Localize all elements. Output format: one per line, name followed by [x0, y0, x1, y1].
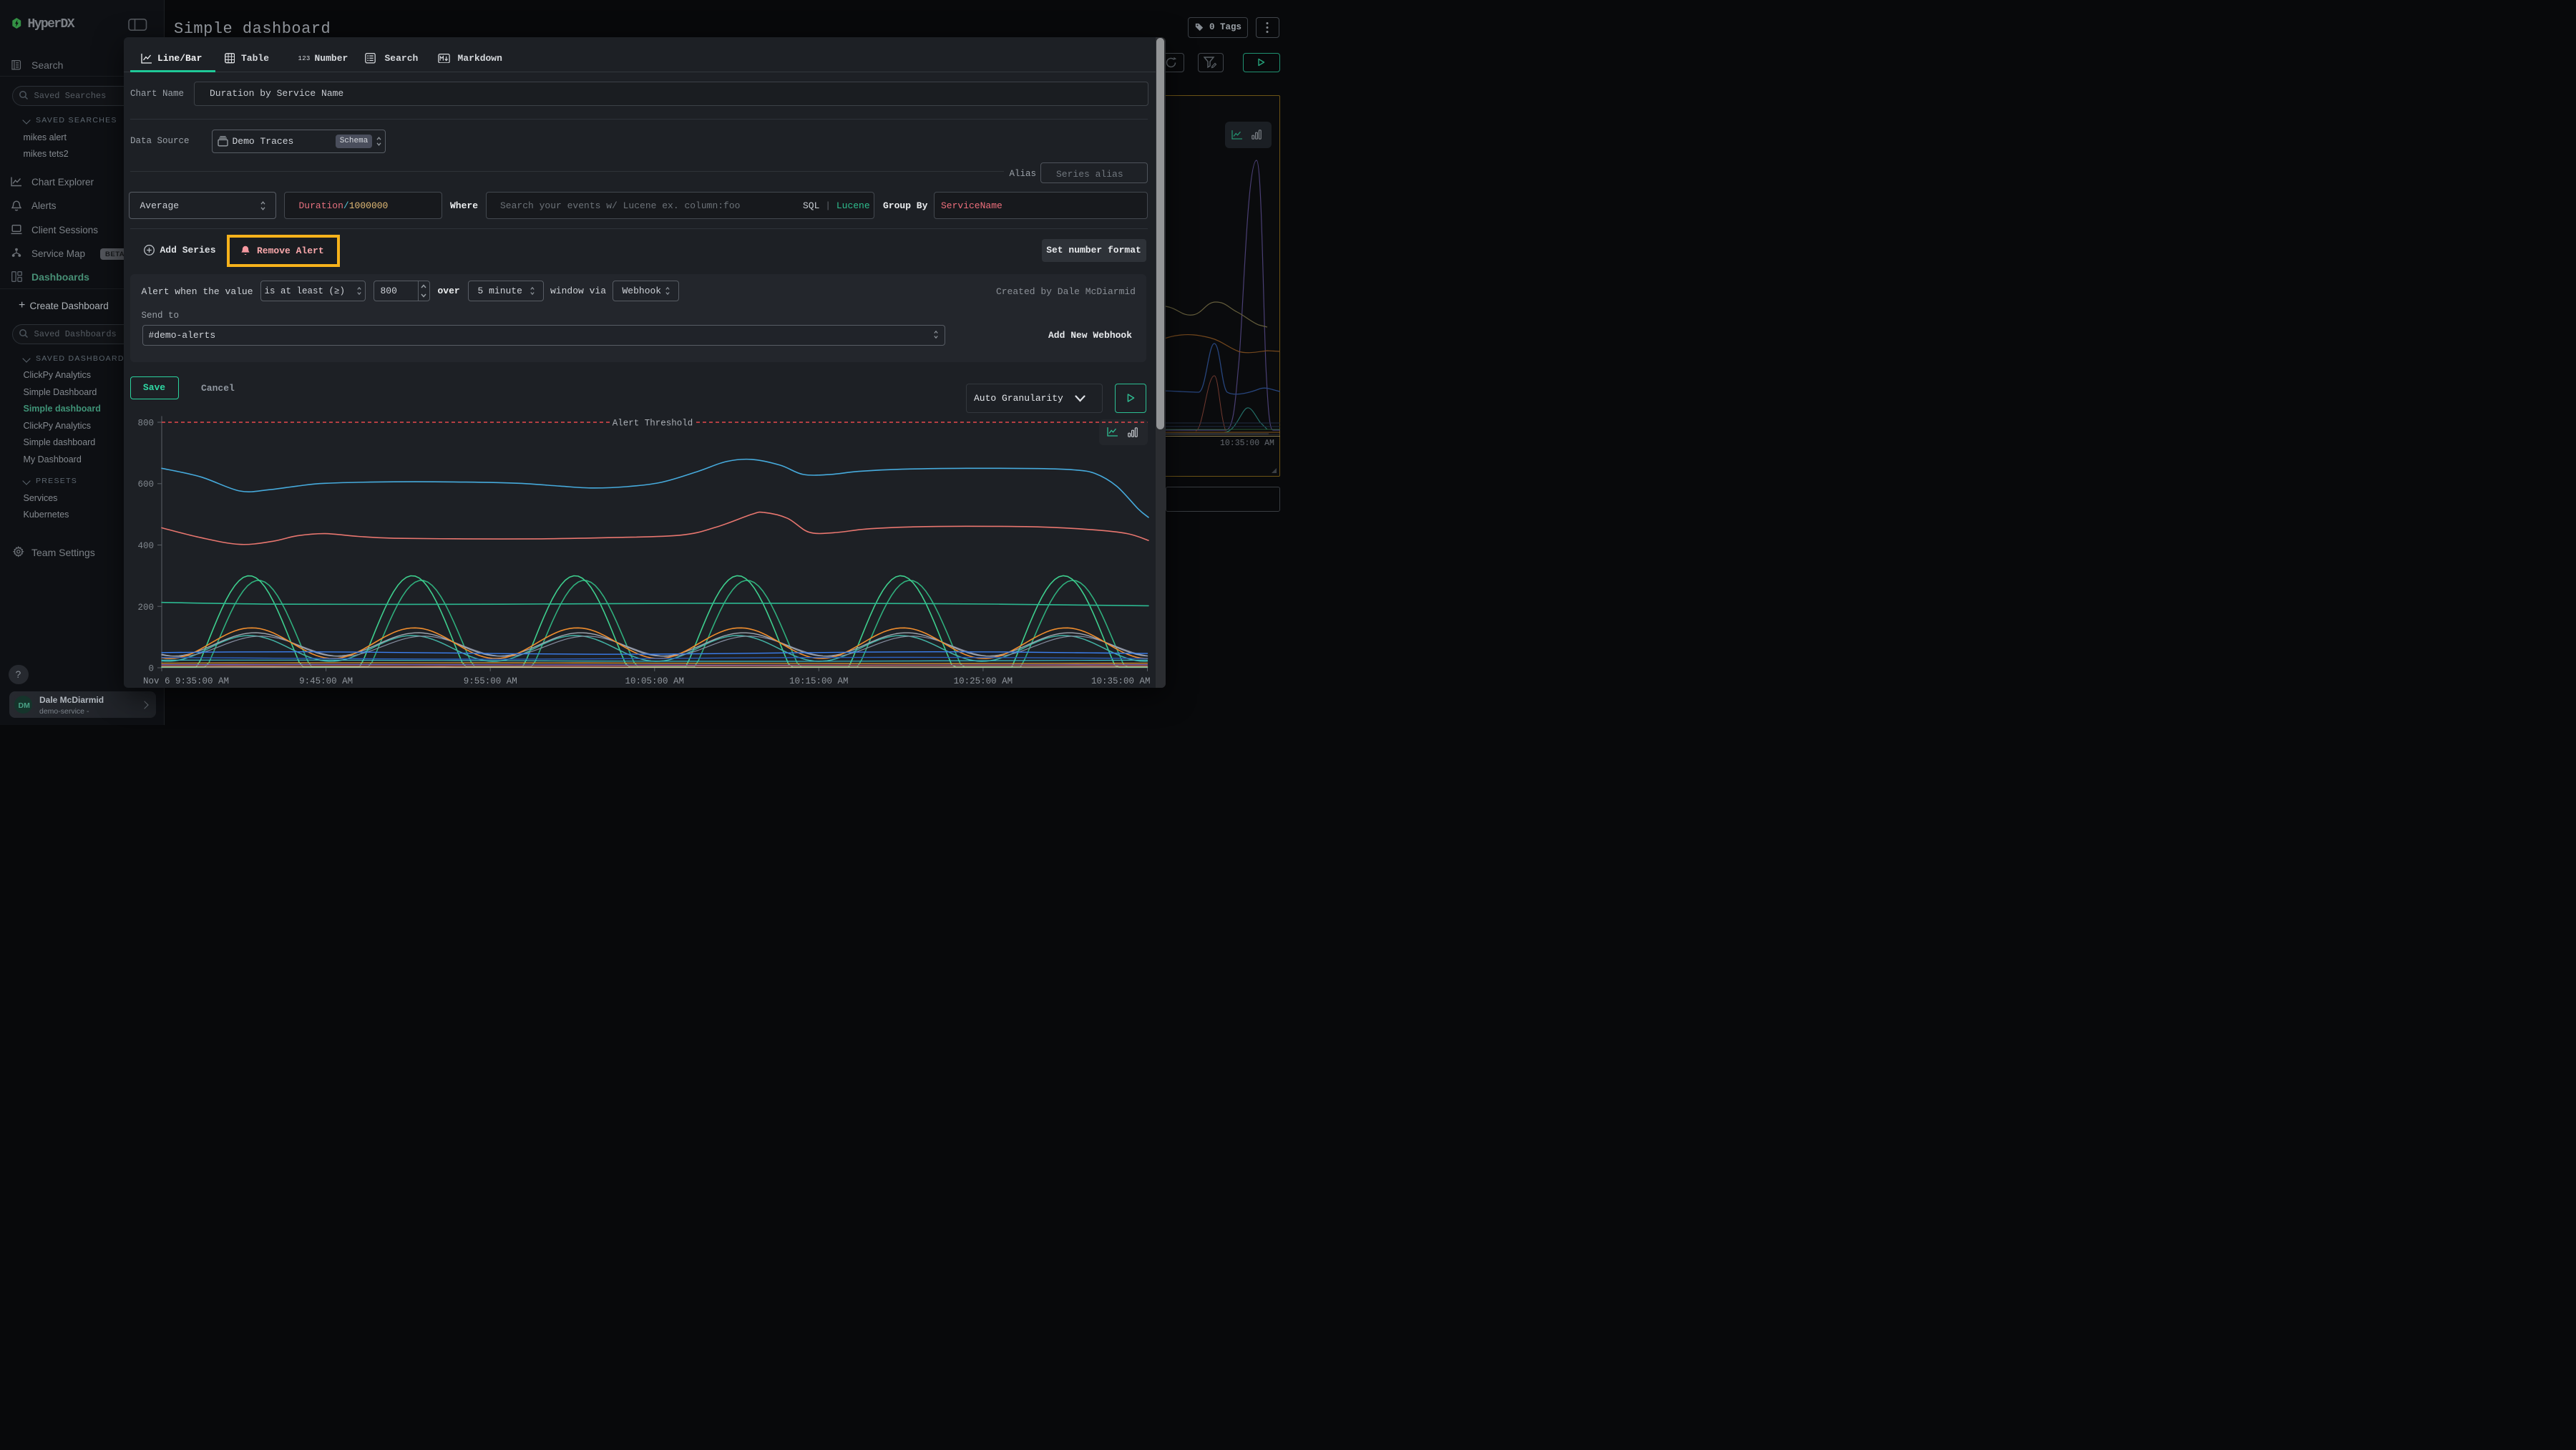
svg-text:800: 800: [137, 419, 154, 429]
svg-text:10:05:00 AM: 10:05:00 AM: [625, 676, 684, 686]
svg-text:10:35:00 AM: 10:35:00 AM: [1091, 676, 1150, 686]
svg-text:Alert Threshold: Alert Threshold: [612, 419, 693, 429]
svg-text:9:55:00 AM: 9:55:00 AM: [463, 676, 517, 686]
svg-text:9:45:00 AM: 9:45:00 AM: [299, 676, 353, 686]
svg-text:Nov 6 9:35:00 AM: Nov 6 9:35:00 AM: [142, 676, 228, 686]
svg-text:200: 200: [137, 603, 154, 613]
svg-text:10:25:00 AM: 10:25:00 AM: [953, 676, 1013, 686]
svg-text:400: 400: [137, 541, 154, 551]
svg-text:600: 600: [137, 480, 154, 490]
svg-text:10:15:00 AM: 10:15:00 AM: [789, 676, 849, 686]
svg-text:0: 0: [148, 664, 154, 674]
